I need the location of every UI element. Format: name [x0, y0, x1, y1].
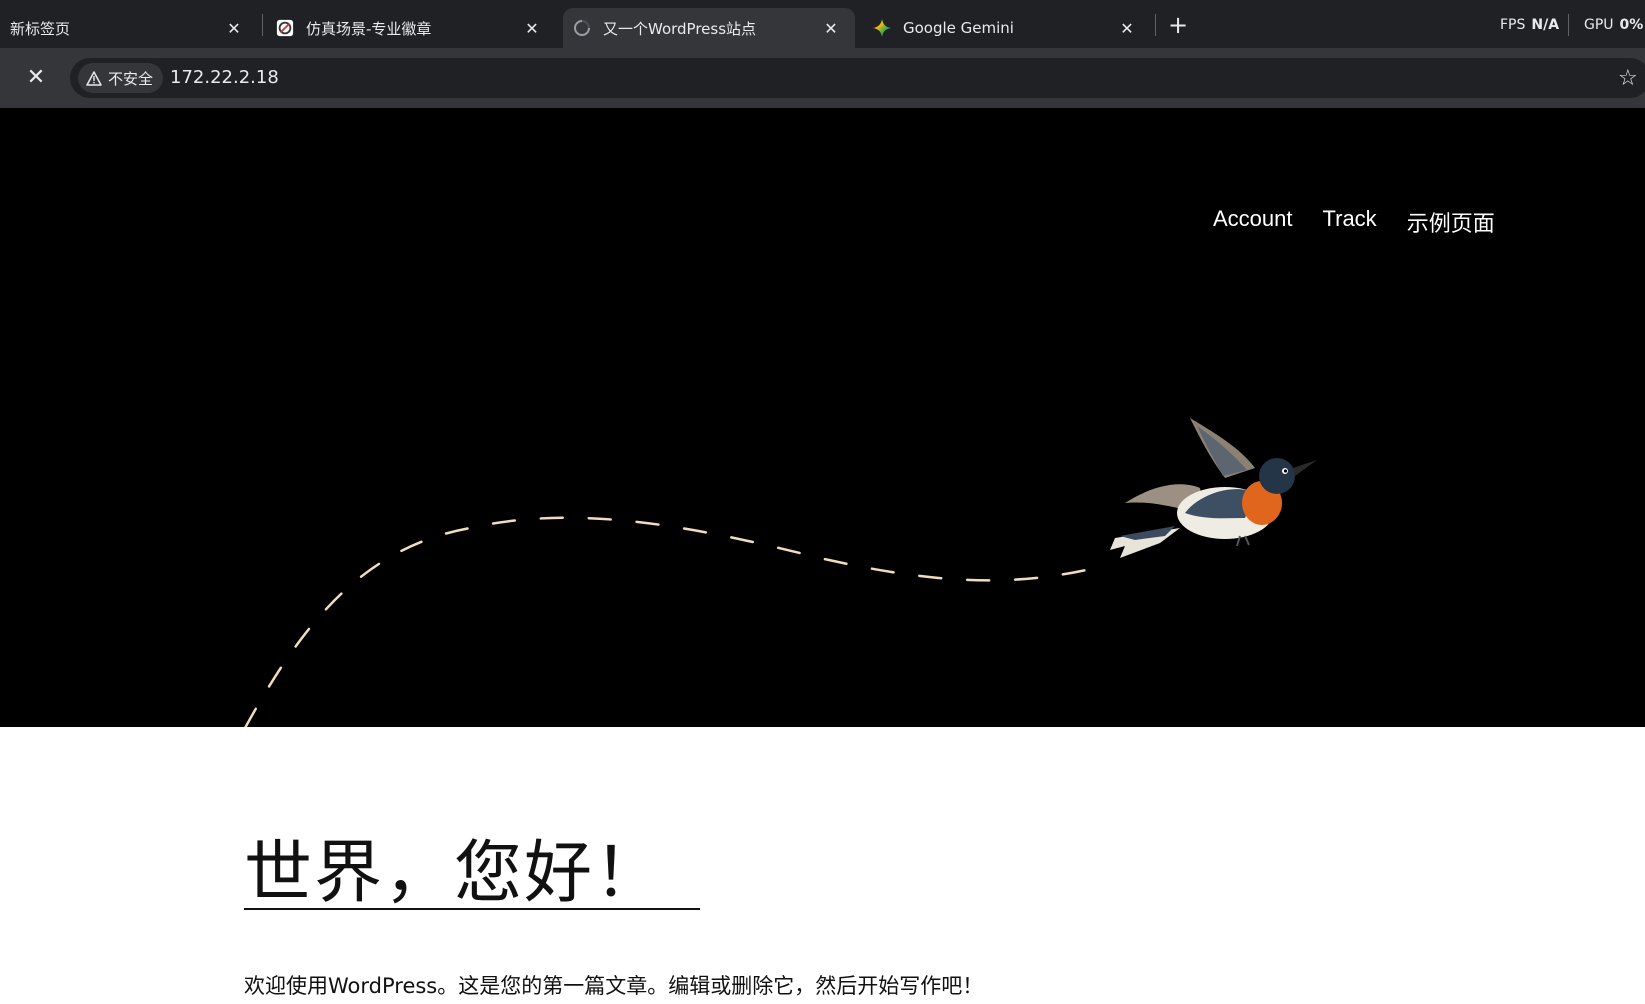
post-content: 世界，您好！ 欢迎使用WordPress。这是您的第一篇文章。编辑或删除它，然后…	[0, 727, 1645, 1004]
fps-value: N/A	[1531, 17, 1560, 33]
warning-icon	[86, 70, 102, 86]
gemini-star-icon	[873, 19, 891, 37]
bookmark-star-icon[interactable]: ☆	[1618, 66, 1638, 91]
site-header: Account Track 示例页面	[0, 108, 1645, 727]
flight-path-illustration	[244, 516, 1097, 727]
close-icon[interactable]: ✕	[1117, 18, 1137, 38]
tab-badge-scene[interactable]: 仿真场景-专业徽章 ✕	[266, 8, 556, 48]
badge-favicon-icon	[276, 19, 294, 37]
fps-label: FPS	[1500, 17, 1526, 33]
post-excerpt: 欢迎使用WordPress。这是您的第一篇文章。编辑或删除它，然后开始写作吧！	[244, 974, 984, 998]
url-text[interactable]: 172.22.2.18	[170, 67, 279, 88]
tab-new-tab[interactable]: 新标签页 ✕	[0, 8, 258, 48]
fps-stat: FPS N/A	[1500, 17, 1559, 33]
stop-loading-button[interactable]: ✕	[22, 64, 50, 92]
close-icon[interactable]: ✕	[224, 18, 244, 38]
loading-spinner-icon	[573, 19, 591, 37]
tab-wordpress-site[interactable]: 又一个WordPress站点 ✕	[563, 8, 855, 48]
close-icon[interactable]: ✕	[821, 18, 841, 38]
post-title-link[interactable]: 世界，您好！	[244, 840, 701, 910]
security-label: 不安全	[108, 69, 154, 88]
tab-google-gemini[interactable]: Google Gemini ✕	[861, 8, 1151, 48]
tab-title: 仿真场景-专业徽章	[306, 19, 432, 38]
gpu-stat: GPU 0%	[1584, 17, 1643, 33]
tab-separator	[262, 14, 263, 36]
tab-title: 又一个WordPress站点	[603, 19, 757, 38]
security-chip[interactable]: 不安全	[78, 63, 164, 93]
tab-title: 新标签页	[10, 19, 71, 38]
stats-separator	[1568, 14, 1569, 36]
browser-toolbar: ✕ 不安全 172.22.2.18 ☆	[0, 48, 1645, 108]
address-bar[interactable]: 不安全 172.22.2.18 ☆	[70, 58, 1645, 98]
bird-illustration	[1110, 418, 1317, 558]
tab-strip: 新标签页 ✕ 仿真场景-专业徽章 ✕ 又一个WordPress站点 ✕ Goog…	[0, 0, 1645, 48]
gpu-value: 0%	[1619, 17, 1644, 33]
tab-title: Google Gemini	[903, 19, 1014, 37]
new-tab-button[interactable]: +	[1164, 12, 1192, 40]
tab-separator	[1155, 14, 1156, 36]
close-icon[interactable]: ✕	[522, 18, 542, 38]
gpu-label: GPU	[1584, 17, 1614, 33]
